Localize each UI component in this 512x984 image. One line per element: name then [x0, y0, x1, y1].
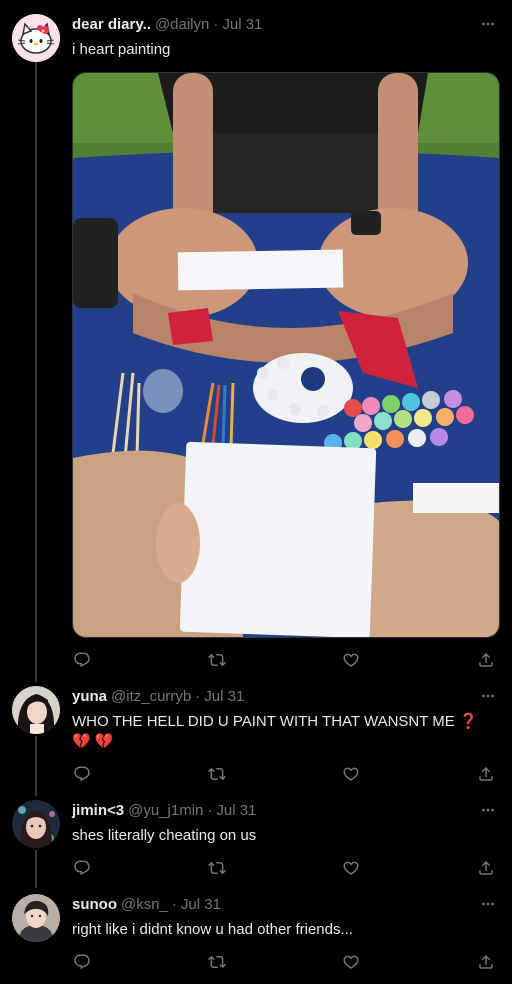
- display-name[interactable]: yuna: [72, 688, 107, 705]
- separator: ·: [213, 15, 219, 33]
- tweet[interactable]: sunoo @ksn_ · Jul 31 right like i didnt …: [0, 894, 512, 974]
- reply-button[interactable]: [72, 952, 92, 972]
- retweet-button[interactable]: [207, 764, 227, 784]
- share-button[interactable]: [476, 858, 496, 878]
- more-button[interactable]: [476, 800, 500, 820]
- more-button[interactable]: [476, 14, 500, 34]
- more-icon: [482, 694, 494, 698]
- tweet-header: sunoo @ksn_ · Jul 31: [72, 894, 221, 914]
- like-icon: [343, 767, 359, 781]
- tweet-text: WHO THE HELL DID U PAINT WITH THAT WANSN…: [72, 713, 478, 750]
- like-icon: [343, 653, 359, 667]
- like-icon: [343, 861, 359, 875]
- tweet-text: right like i didnt know u had other frie…: [72, 921, 353, 938]
- avatar-photo: [12, 686, 60, 734]
- separator: ·: [171, 895, 177, 913]
- display-name[interactable]: sunoo: [72, 896, 117, 913]
- more-icon: [482, 808, 494, 812]
- tweet-text: shes literally cheating on us: [72, 827, 257, 844]
- tweet-text: i heart painting: [72, 41, 171, 58]
- display-name[interactable]: dear diary..: [72, 16, 151, 33]
- reply-icon: [74, 954, 90, 970]
- retweet-icon: [207, 955, 226, 969]
- tweet-header: dear diary.. @dailyn · Jul 31: [72, 14, 262, 34]
- more-icon: [482, 22, 494, 26]
- tweet-actions: [72, 650, 496, 670]
- hello-kitty-icon: [12, 14, 60, 62]
- reply-icon: [74, 652, 90, 668]
- avatar[interactable]: [12, 14, 60, 62]
- tweet-date[interactable]: Jul 31: [216, 802, 256, 819]
- retweet-icon: [207, 861, 226, 875]
- share-icon: [479, 652, 493, 667]
- tweet-actions: [72, 858, 496, 878]
- painting-photo: [73, 73, 499, 637]
- retweet-icon: [207, 767, 226, 781]
- separator: ·: [195, 687, 201, 705]
- tweet-date[interactable]: Jul 31: [204, 688, 244, 705]
- avatar[interactable]: [12, 894, 60, 942]
- user-handle[interactable]: @itz_curryb: [111, 688, 191, 705]
- reply-icon: [74, 766, 90, 782]
- tweet[interactable]: dear diary.. @dailyn · Jul 31 i heart pa…: [0, 14, 512, 674]
- tweet-date[interactable]: Jul 31: [181, 896, 221, 913]
- like-button[interactable]: [341, 764, 361, 784]
- share-icon: [479, 766, 493, 781]
- user-handle[interactable]: @yu_j1min: [128, 802, 203, 819]
- avatar[interactable]: [12, 800, 60, 848]
- tweet[interactable]: jimin<3 @yu_j1min · Jul 31 shes literall…: [0, 800, 512, 880]
- reply-button[interactable]: [72, 858, 92, 878]
- tweet-header: yuna @itz_curryb · Jul 31: [72, 686, 244, 706]
- tweet-actions: [72, 764, 496, 784]
- tweet-media-photo[interactable]: [72, 72, 500, 638]
- avatar-photo: [12, 894, 60, 942]
- like-icon: [343, 955, 359, 969]
- user-handle[interactable]: @dailyn: [155, 16, 209, 33]
- tweet-actions: [72, 952, 496, 972]
- like-button[interactable]: [341, 952, 361, 972]
- tweet-header: jimin<3 @yu_j1min · Jul 31: [72, 800, 256, 820]
- like-button[interactable]: [341, 650, 361, 670]
- more-button[interactable]: [476, 686, 500, 706]
- more-icon: [482, 902, 494, 906]
- share-icon: [479, 860, 493, 875]
- tweet[interactable]: yuna @itz_curryb · Jul 31 WHO THE HELL D…: [0, 686, 512, 786]
- user-handle[interactable]: @ksn_: [121, 896, 168, 913]
- more-button[interactable]: [476, 894, 500, 914]
- share-button[interactable]: [476, 952, 496, 972]
- share-button[interactable]: [476, 650, 496, 670]
- share-icon: [479, 954, 493, 969]
- retweet-button[interactable]: [207, 650, 227, 670]
- display-name[interactable]: jimin<3: [72, 802, 124, 819]
- share-button[interactable]: [476, 764, 496, 784]
- tweet-date[interactable]: Jul 31: [222, 16, 262, 33]
- retweet-button[interactable]: [207, 858, 227, 878]
- avatar-photo: [12, 800, 60, 848]
- reply-button[interactable]: [72, 650, 92, 670]
- avatar[interactable]: [12, 686, 60, 734]
- separator: ·: [207, 801, 213, 819]
- reply-icon: [74, 860, 90, 876]
- retweet-button[interactable]: [207, 952, 227, 972]
- retweet-icon: [207, 653, 226, 667]
- reply-button[interactable]: [72, 764, 92, 784]
- like-button[interactable]: [341, 858, 361, 878]
